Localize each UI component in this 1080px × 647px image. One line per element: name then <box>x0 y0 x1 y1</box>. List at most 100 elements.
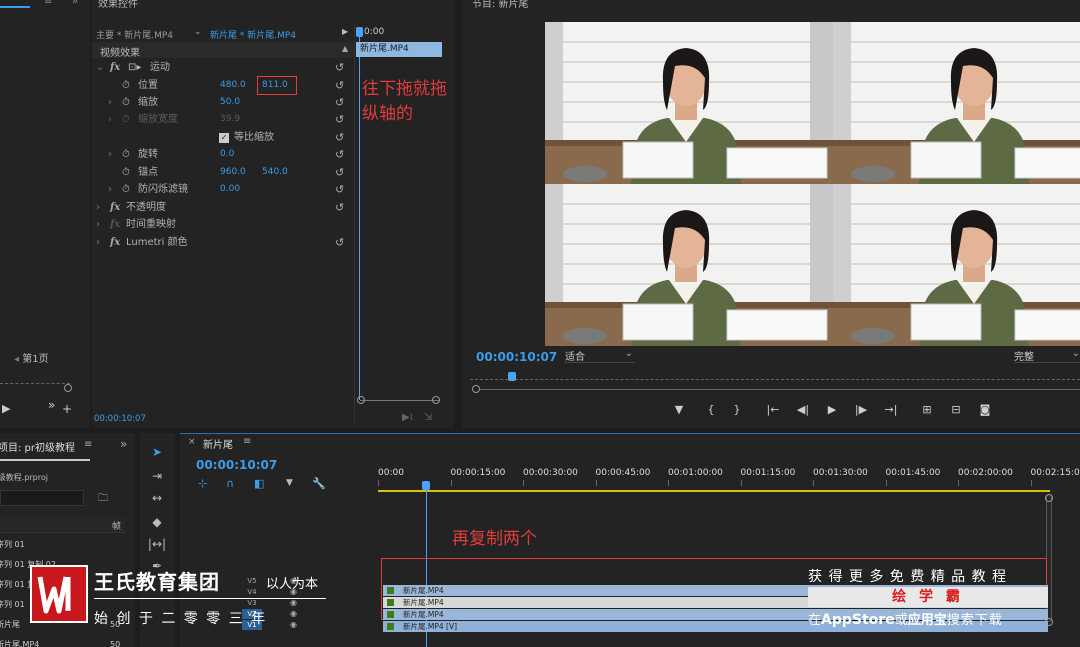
toggle-output-icon[interactable]: ◉ <box>290 598 297 607</box>
reset-icon[interactable]: ↺ <box>335 234 344 251</box>
reset-icon[interactable]: ↺ <box>335 129 344 146</box>
anchor-y-value[interactable]: 540.0 <box>262 164 288 181</box>
reset-icon[interactable]: ↺ <box>335 199 344 216</box>
sequence-tab[interactable]: 新片尾 <box>203 436 233 451</box>
play-icon[interactable]: ▶ <box>2 402 10 415</box>
time-remap-row[interactable]: › fx 时间重映射 <box>92 216 454 233</box>
scrub-end-icon[interactable] <box>64 384 72 392</box>
clip-dropdown-icon[interactable]: ⌄ <box>194 27 202 37</box>
monitor-title[interactable]: 节目: 新片尾 <box>472 0 529 10</box>
chevron-down-icon[interactable]: ⌄ <box>96 59 104 76</box>
export-frame-icon[interactable]: ◙ <box>976 403 994 416</box>
transform-icon[interactable]: ⊡▸ <box>128 59 141 76</box>
reset-icon[interactable]: ↺ <box>335 94 344 111</box>
reset-icon[interactable]: ↺ <box>335 146 344 163</box>
project-item[interactable]: 新片尾.MP4 50 <box>0 635 125 647</box>
fx-icon[interactable]: fx <box>110 199 120 216</box>
chevron-right-icon[interactable]: › <box>108 146 112 163</box>
opacity-row[interactable]: › fx 不透明度 ↺ <box>92 199 454 216</box>
fit-select[interactable]: 适合 ⌄ <box>565 348 635 363</box>
program-playhead-icon[interactable] <box>508 372 516 381</box>
mark-out-icon[interactable]: } <box>728 403 746 416</box>
fx-icon[interactable]: fx <box>110 59 120 76</box>
play-button[interactable]: ▶ <box>823 403 841 416</box>
program-scroll-track[interactable] <box>480 389 1080 390</box>
wrench-icon[interactable]: 🔧 <box>312 477 326 490</box>
vscroll-top-icon[interactable] <box>1045 494 1053 502</box>
stopwatch-icon[interactable]: ⏱ <box>122 146 130 163</box>
chevron-right-icon[interactable]: › <box>96 216 100 233</box>
track-label-v4[interactable]: V4 <box>242 587 262 597</box>
close-icon[interactable]: × <box>188 437 196 447</box>
page-nav[interactable]: ◂ 第1页 <box>14 350 49 365</box>
anchor-row[interactable]: ⏱ 锚点 960.0 540.0 ↺ <box>92 164 454 181</box>
antiflicker-row[interactable]: › ⏱ 防闪烁滤镜 0.00 ↺ <box>92 181 454 198</box>
track-label-v5[interactable]: V5 <box>242 576 262 586</box>
ec-export-icon[interactable]: ▶⁞ <box>402 412 413 423</box>
project-title[interactable]: 项目: pr初级教程 <box>0 439 75 454</box>
prev-page-icon[interactable]: ◂ <box>14 354 22 365</box>
slip-tool-icon[interactable]: |↔| <box>147 537 167 551</box>
lumetri-row[interactable]: › fx Lumetri 颜色 ↺ <box>92 234 454 251</box>
rotation-value[interactable]: 0.0 <box>220 146 234 163</box>
ec-scroll-end-icon[interactable] <box>432 396 440 404</box>
selection-tool-icon[interactable]: ➤ <box>147 445 167 459</box>
uniform-scale-row[interactable]: ✓ 等比缩放 ↺ <box>92 129 454 146</box>
rotation-row[interactable]: › ⏱ 旋转 0.0 ↺ <box>92 146 454 163</box>
timeline-timecode[interactable]: 00:00:10:07 <box>196 458 277 472</box>
timeline-ruler[interactable]: 00:00 00:00:15:00 00:00:30:00 00:00:45:00 00… <box>378 462 1080 488</box>
scale-value[interactable]: 50.0 <box>220 94 240 111</box>
toggle-output-icon[interactable]: ◉ <box>290 620 297 629</box>
marker-icon[interactable]: ▼ <box>286 478 293 488</box>
go-to-in-icon[interactable]: |← <box>764 403 782 416</box>
panel-menu-icon[interactable]: ≡ <box>243 436 251 447</box>
ripple-edit-tool-icon[interactable]: ↔ <box>147 491 167 505</box>
mark-in-icon[interactable]: { <box>702 403 720 416</box>
track-label-v3[interactable]: V3 <box>242 598 262 608</box>
razor-tool-icon[interactable]: ◆ <box>147 515 167 529</box>
go-to-out-icon[interactable]: →| <box>882 403 900 416</box>
reset-icon[interactable]: ↺ <box>335 111 344 128</box>
step-forward-icon[interactable]: |▶ <box>852 403 870 416</box>
extract-icon[interactable]: ⊟ <box>947 403 965 416</box>
stopwatch-icon[interactable]: ⏱ <box>122 94 130 111</box>
sequence-clip-link[interactable]: 新片尾 * 新片尾.MP4 <box>210 28 296 41</box>
track-select-tool-icon[interactable]: ⇥ <box>147 469 167 483</box>
expand-icon[interactable]: » <box>120 437 127 451</box>
collapse-icon[interactable]: ▲ <box>342 44 348 53</box>
stopwatch-icon[interactable]: ⏱ <box>122 77 130 94</box>
linked-selection-icon[interactable]: ∩ <box>226 477 234 490</box>
ec-clip-bar[interactable]: 新片尾.MP4 <box>356 42 442 57</box>
snap-icon[interactable]: ⊹ <box>198 477 207 490</box>
quality-select[interactable]: 完整 ⌄ <box>1014 348 1080 363</box>
stopwatch-icon[interactable]: ⏱ <box>122 181 130 198</box>
chevron-right-icon[interactable]: › <box>96 199 100 216</box>
position-x-value[interactable]: 480.0 <box>220 77 246 94</box>
panel-menu-icon[interactable]: ≡ <box>84 439 92 450</box>
panel-menu-icon[interactable]: ≡ <box>44 0 52 7</box>
new-bin-icon[interactable]: 🗀 <box>98 491 108 508</box>
reset-icon[interactable]: ↺ <box>335 164 344 181</box>
add-marker-icon[interactable]: ▼ <box>670 403 688 416</box>
anchor-x-value[interactable]: 960.0 <box>220 164 246 181</box>
program-timecode[interactable]: 00:00:10:07 <box>476 350 557 364</box>
chevron-right-icon[interactable]: › <box>96 234 100 251</box>
chevron-right-icon[interactable]: › <box>108 181 112 198</box>
chevron-right-icon[interactable]: › <box>108 94 112 111</box>
reset-icon[interactable]: ↺ <box>335 181 344 198</box>
program-ruler[interactable] <box>470 374 1080 380</box>
ec-playhead-icon[interactable] <box>356 27 363 37</box>
expand-icon[interactable]: » <box>72 0 78 7</box>
play-only-icon[interactable]: ▶ <box>342 27 348 36</box>
toggle-output-icon[interactable]: ◉ <box>290 609 297 618</box>
lift-icon[interactable]: ⊞ <box>918 403 936 416</box>
add-icon[interactable]: + <box>62 402 72 416</box>
uniform-scale-checkbox[interactable]: ✓ <box>219 133 229 143</box>
step-back-icon[interactable]: ◀| <box>794 403 812 416</box>
ec-scroll-start-icon[interactable] <box>357 396 365 404</box>
ec-trim-icon[interactable]: ⇲ <box>424 412 432 423</box>
project-item[interactable]: 序列 01 <box>0 535 125 555</box>
panel-title[interactable]: 效果控件 <box>98 0 138 10</box>
reset-icon[interactable]: ↺ <box>335 59 344 76</box>
reset-icon[interactable]: ↺ <box>335 77 344 94</box>
